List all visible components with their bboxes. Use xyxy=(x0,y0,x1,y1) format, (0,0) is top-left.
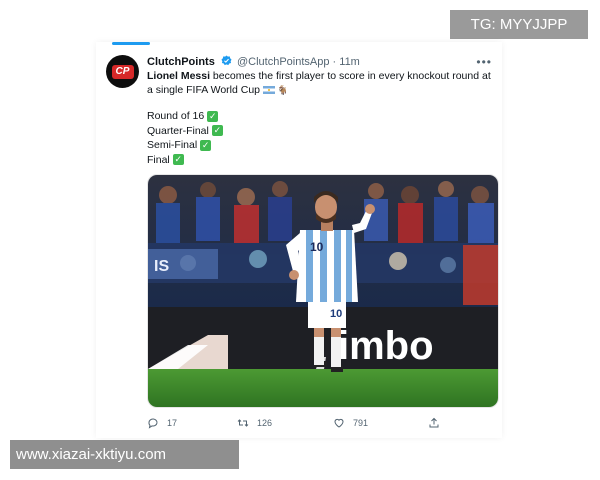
round-label: Quarter-Final xyxy=(147,124,209,137)
retweet-count: 126 xyxy=(257,418,273,428)
watermark-label: TG: MYYJJPP xyxy=(450,10,588,39)
tweet-actions: 17 126 791 xyxy=(147,415,497,431)
rounds-list: Round of 16 ✓ Quarter-Final ✓ Semi-Final… xyxy=(147,109,223,167)
heart-icon xyxy=(334,418,344,428)
avatar-logo: CP xyxy=(111,64,134,79)
shorts-number: 10 xyxy=(330,308,342,320)
tweet-timestamp[interactable]: 11m xyxy=(339,56,360,68)
round-label: Round of 16 xyxy=(147,110,205,123)
tweet-photo[interactable]: IS imbo 10 10 xyxy=(147,174,499,408)
more-options-icon[interactable]: ••• xyxy=(476,54,492,70)
round-label: Final xyxy=(147,153,170,166)
goat-icon: 🐐 xyxy=(277,85,289,95)
tweet-mention: Lionel Messi xyxy=(147,70,211,82)
site-url-banner: www.xiazai-xktiyu.com xyxy=(10,440,239,469)
share-icon xyxy=(429,417,439,428)
like-count: 791 xyxy=(353,418,369,428)
list-item: Semi-Final ✓ xyxy=(147,138,223,153)
reply-count: 17 xyxy=(167,418,178,428)
round-label: Semi-Final xyxy=(147,139,198,152)
messi-celebration-photo: IS imbo 10 10 xyxy=(148,175,498,407)
check-mark-icon: ✓ xyxy=(172,154,184,166)
svg-text:IS: IS xyxy=(154,258,169,275)
tweet-card[interactable]: CP ClutchPoints @ClutchPointsApp · 11m •… xyxy=(96,42,502,438)
display-name[interactable]: ClutchPoints xyxy=(147,56,215,68)
retweet-icon xyxy=(237,419,249,427)
check-mark-icon: ✓ xyxy=(207,110,219,122)
avatar[interactable]: CP xyxy=(106,55,139,88)
reply-icon xyxy=(148,418,158,429)
tweet-header: ClutchPoints @ClutchPointsApp · 11m ••• xyxy=(147,54,492,70)
list-item: Quarter-Final ✓ xyxy=(147,124,223,139)
tweet-text: Lionel Messi becomes the first player to… xyxy=(147,69,497,97)
separator-dot: · xyxy=(332,56,337,68)
user-handle[interactable]: @ClutchPointsApp xyxy=(237,56,330,68)
tab-indicator xyxy=(112,42,150,45)
share-button[interactable] xyxy=(428,415,440,431)
argentina-flag-icon xyxy=(263,86,276,94)
jersey-number: 10 xyxy=(310,240,324,254)
list-item: Round of 16 ✓ xyxy=(147,109,223,124)
like-button[interactable]: 791 xyxy=(333,415,368,431)
check-mark-icon: ✓ xyxy=(211,125,223,137)
check-mark-icon: ✓ xyxy=(200,139,212,151)
list-item: Final ✓ xyxy=(147,153,223,168)
retweet-button[interactable]: 126 xyxy=(237,415,272,431)
ad-board-text: imbo xyxy=(338,324,434,368)
reply-button[interactable]: 17 xyxy=(147,415,177,431)
verified-badge-icon xyxy=(221,55,232,66)
